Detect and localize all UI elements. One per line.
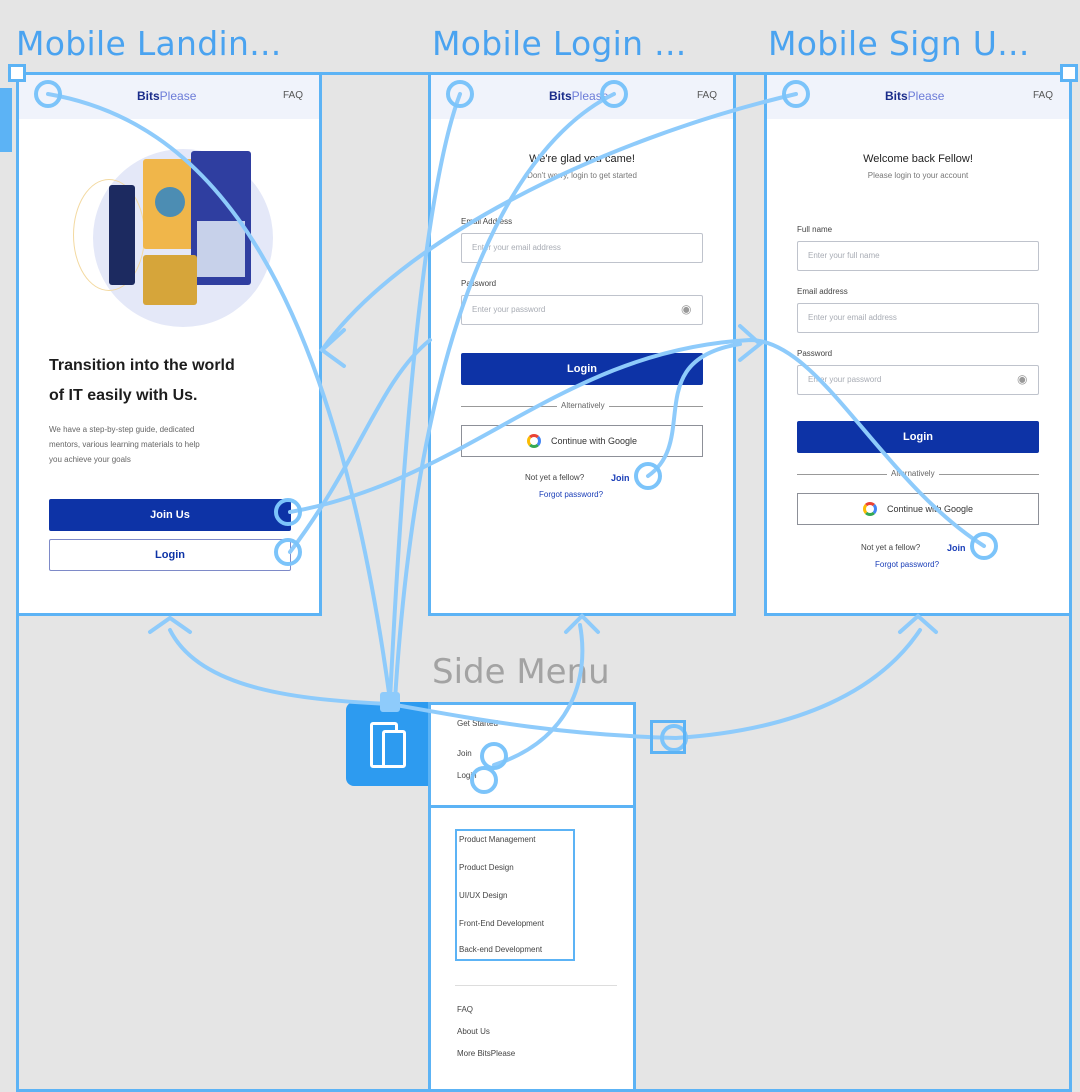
join-link[interactable]: Join xyxy=(611,473,630,483)
connection-handle[interactable] xyxy=(600,80,628,108)
google-icon xyxy=(862,502,877,516)
signup-heading: Welcome back Fellow! xyxy=(863,153,973,165)
google-icon xyxy=(526,434,541,448)
faq-link[interactable]: FAQ xyxy=(1033,90,1053,101)
signup-login-button[interactable]: Login xyxy=(797,421,1039,453)
connection-handle[interactable] xyxy=(782,80,810,108)
google-button[interactable]: Continue with Google xyxy=(797,493,1039,525)
login-header: BitsPlease FAQ xyxy=(431,75,733,119)
course-item[interactable]: UI/UX Design xyxy=(459,891,507,900)
connection-handle[interactable] xyxy=(34,80,62,108)
landing-body-line3: you achieve your goals xyxy=(49,455,131,464)
login-frame[interactable]: BitsPlease FAQ We're glad you came! Don'… xyxy=(428,72,736,616)
menu-item-about[interactable]: About Us xyxy=(457,1027,490,1036)
login-button[interactable]: Login xyxy=(461,353,703,385)
connection-handle[interactable] xyxy=(446,80,474,108)
courses-group[interactable]: Product Management Product Design UI/UX … xyxy=(455,829,575,961)
join-us-button[interactable]: Join Us xyxy=(49,499,291,531)
hero-illustration xyxy=(73,139,273,329)
frame-title-landing[interactable]: Mobile Landin... xyxy=(16,24,282,63)
join-link[interactable]: Join xyxy=(947,543,966,553)
password-field[interactable]: Enter your password xyxy=(797,365,1039,395)
full-name-field[interactable]: Enter your full name xyxy=(797,241,1039,271)
connection-handle[interactable] xyxy=(274,538,302,566)
login-subheading: Don't worry, login to get started xyxy=(527,171,637,180)
landing-body-line1: We have a step-by-step guide, dedicated xyxy=(49,425,195,434)
menu-divider xyxy=(455,985,617,986)
landing-frame[interactable]: BitsPlease FAQ Transition into the world… xyxy=(16,72,322,616)
email-field[interactable]: Enter your email address xyxy=(797,303,1039,333)
faq-link[interactable]: FAQ xyxy=(283,90,303,101)
course-item[interactable]: Front-End Development xyxy=(459,919,544,928)
connection-handle[interactable] xyxy=(970,532,998,560)
full-name-label: Full name xyxy=(797,225,833,234)
course-item[interactable]: Back-end Development xyxy=(459,945,542,954)
password-label: Password xyxy=(797,349,833,358)
menu-item-get-started[interactable]: Get Started xyxy=(457,719,498,728)
google-button[interactable]: Continue with Google xyxy=(461,425,703,457)
signup-subheading: Please login to your account xyxy=(867,171,969,180)
device-icon-back xyxy=(382,730,406,768)
resize-handle-top-right[interactable] xyxy=(1060,64,1078,82)
menu-item-join[interactable]: Join xyxy=(457,749,472,758)
signup-header: BitsPlease FAQ xyxy=(767,75,1069,119)
landing-header: BitsPlease FAQ xyxy=(19,75,319,119)
menu-item-more[interactable]: More BitsPlease xyxy=(457,1049,515,1058)
landing-heading-line2: of IT easily with Us. xyxy=(49,387,198,404)
landing-heading-line1: Transition into the world xyxy=(49,357,235,374)
frame-title-login[interactable]: Mobile Login ... xyxy=(432,24,687,63)
menu-item-faq[interactable]: FAQ xyxy=(457,1005,473,1014)
course-item[interactable]: Product Management xyxy=(459,835,536,844)
not-fellow-text: Not yet a fellow? xyxy=(861,543,921,552)
eye-icon[interactable]: ◉ xyxy=(681,302,691,316)
landing-login-button[interactable]: Login xyxy=(49,539,291,571)
frame-title-side-menu[interactable]: Side Menu xyxy=(432,652,610,692)
password-label: Password xyxy=(461,279,497,288)
connection-origin[interactable] xyxy=(380,692,400,712)
side-menu-top: Get Started Join Login xyxy=(431,705,633,808)
landing-body-line2: mentors, various learning materials to h… xyxy=(49,440,200,449)
side-menu-frame[interactable]: Get Started Join Login Product Managemen… xyxy=(428,702,636,1092)
google-button-label: Continue with Google xyxy=(550,436,638,446)
email-label: Email address xyxy=(797,287,848,296)
resize-handle-top-left[interactable] xyxy=(8,64,26,82)
faq-link[interactable]: FAQ xyxy=(697,90,717,101)
hover-target-box xyxy=(650,720,686,754)
selection-edge-marker xyxy=(0,88,12,152)
brand-logo[interactable]: BitsPlease xyxy=(885,89,944,103)
login-heading: We're glad you came! xyxy=(529,153,635,165)
email-field[interactable]: Enter your email address xyxy=(461,233,703,263)
alternatively-text: Alternatively xyxy=(887,469,939,478)
email-label: Email Address xyxy=(461,217,513,226)
signup-frame[interactable]: BitsPlease FAQ Welcome back Fellow! Plea… xyxy=(764,72,1072,616)
connection-handle[interactable] xyxy=(274,498,302,526)
not-fellow-text: Not yet a fellow? xyxy=(525,473,585,482)
connection-handle[interactable] xyxy=(470,766,498,794)
password-field[interactable]: Enter your password xyxy=(461,295,703,325)
eye-icon[interactable]: ◉ xyxy=(1017,372,1027,386)
google-button-label: Continue with Google xyxy=(886,504,974,514)
component-badge[interactable] xyxy=(346,702,436,786)
frame-title-signup[interactable]: Mobile Sign U... xyxy=(768,24,1030,63)
connection-handle[interactable] xyxy=(634,462,662,490)
forgot-password-link[interactable]: Forgot password? xyxy=(539,490,603,499)
forgot-password-link[interactable]: Forgot password? xyxy=(875,560,939,569)
brand-logo[interactable]: BitsPlease xyxy=(137,89,196,103)
course-item[interactable]: Product Design xyxy=(459,863,514,872)
alternatively-text: Alternatively xyxy=(557,401,609,410)
